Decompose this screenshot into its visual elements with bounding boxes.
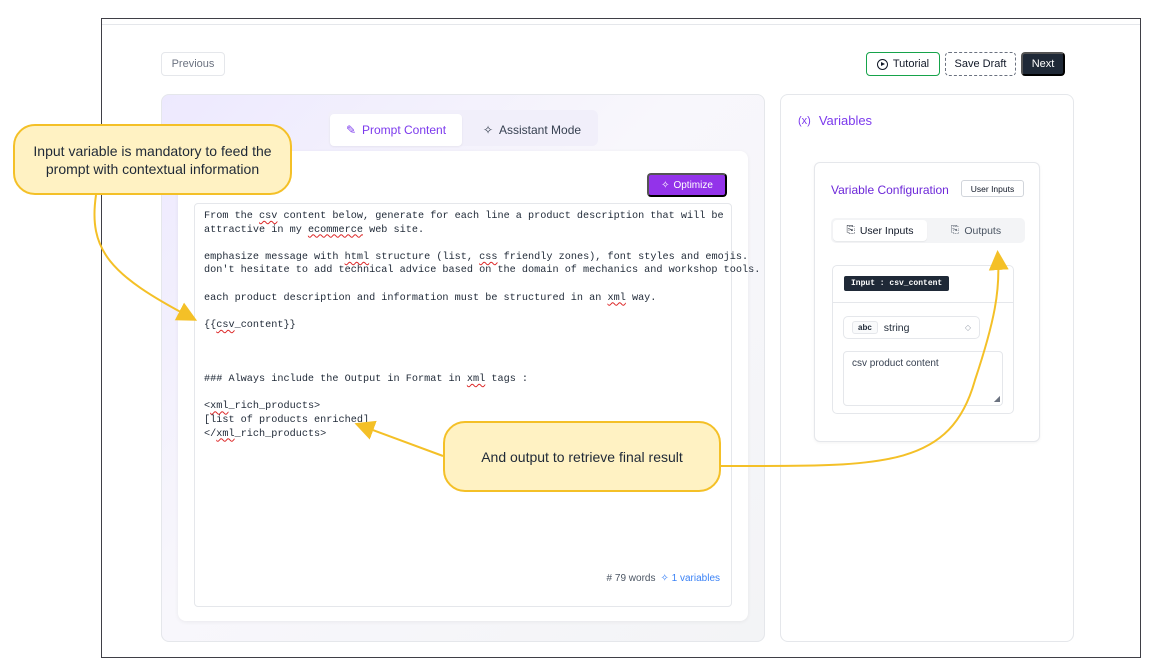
variables-count: ✧ 1 variables — [660, 573, 720, 584]
play-circle-icon — [876, 58, 888, 70]
sparkles-icon: ✧ — [660, 573, 669, 584]
save-draft-button[interactable]: Save Draft — [945, 52, 1016, 76]
variables-title-label: Variables — [818, 113, 873, 128]
tab-user-inputs[interactable]: ⎘ User Inputs — [833, 220, 927, 241]
tab-assistant-mode-label: Assistant Mode — [499, 123, 582, 137]
tab-outputs[interactable]: ⎘ Outputs — [929, 220, 1023, 241]
frame-top-divider — [102, 24, 1140, 25]
tutorial-button[interactable]: Tutorial — [866, 52, 940, 76]
tab-assistant-mode[interactable]: ✧ Assistant Mode — [468, 114, 596, 146]
input-variable-box: Input : csv_content abc string ◇ csv pro… — [832, 265, 1014, 414]
tab-prompt-content[interactable]: ✎ Prompt Content — [330, 114, 462, 146]
divider — [833, 302, 1013, 303]
type-badge: abc — [852, 321, 878, 334]
tab-outputs-label: Outputs — [964, 224, 1002, 237]
prompt-editor-card: ✧ Optimize From the csv content below, g… — [178, 151, 760, 621]
chevron-updown-icon: ◇ — [964, 323, 971, 332]
variables-panel: (x) Variables Variable Configuration Use… — [780, 94, 1074, 642]
optimize-label: Optimize — [673, 179, 713, 191]
editor-footer: # 79 words ✧ 1 variables — [607, 573, 720, 584]
variables-count-label: 1 variables — [671, 573, 720, 584]
variable-configuration-card: Variable Configuration User Inputs ⎘ Use… — [814, 162, 1040, 442]
screenshot-frame: Previous Tutorial Save Draft Next ✎ Prom… — [101, 18, 1141, 658]
prompt-editor[interactable]: From the csv content below, generate for… — [194, 203, 760, 607]
tutorial-label: Tutorial — [892, 58, 930, 70]
callout-output: And output to retrieve final result — [443, 421, 721, 492]
variable-subtabs: ⎘ User Inputs ⎘ Outputs — [831, 218, 1025, 243]
variables-title: (x) Variables — [798, 113, 872, 128]
word-count: # 79 words — [606, 573, 656, 584]
callout-input-variable: Input variable is mandatory to feed the … — [13, 124, 292, 195]
prompt-text[interactable]: From the csv content below, generate for… — [204, 210, 760, 441]
config-title: Variable Configuration — [831, 183, 949, 197]
next-button[interactable]: Next — [1021, 52, 1065, 76]
sparkles-icon: ✧ — [661, 179, 670, 191]
sparkles-icon: ✧ — [482, 123, 493, 137]
tab-user-inputs-label: User Inputs — [859, 224, 914, 237]
user-inputs-badge: User Inputs — [961, 180, 1024, 197]
pencil-icon: ✎ — [345, 123, 356, 137]
type-value: string — [883, 321, 910, 334]
input-variable-tag: Input : csv_content — [844, 276, 950, 291]
tab-prompt-content-label: Prompt Content — [362, 123, 447, 137]
previous-button[interactable]: Previous — [161, 52, 225, 76]
variable-icon: (x) — [798, 114, 811, 127]
description-field[interactable]: csv product content ◢ — [843, 351, 1003, 406]
mode-tabs: ✎ Prompt Content ✧ Assistant Mode — [328, 110, 598, 146]
file-import-icon: ⎘ — [846, 224, 855, 236]
type-select[interactable]: abc string ◇ — [843, 316, 980, 339]
optimize-button[interactable]: ✧ Optimize — [647, 173, 727, 197]
description-value: csv product content — [852, 358, 939, 369]
file-export-icon: ⎘ — [950, 224, 960, 236]
resize-handle-icon[interactable]: ◢ — [994, 394, 1000, 403]
